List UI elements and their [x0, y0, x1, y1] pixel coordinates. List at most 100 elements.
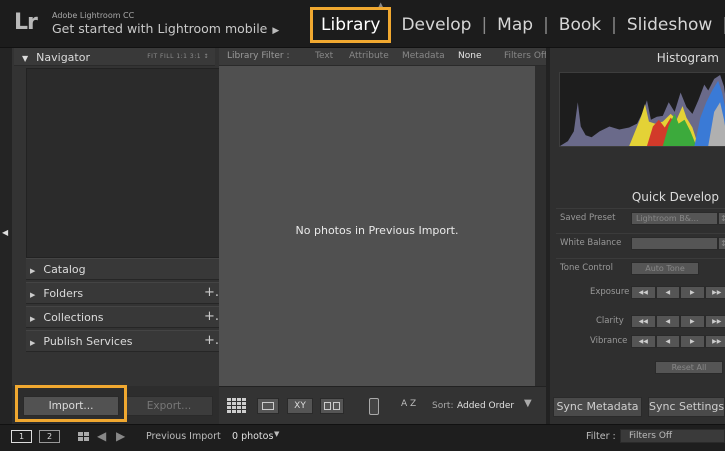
sort-order-select[interactable]: Added Order: [457, 401, 514, 411]
white-balance-label: White Balance: [560, 238, 622, 248]
survey-view-icon[interactable]: [320, 398, 344, 414]
grid-scrollbar[interactable]: [535, 66, 546, 386]
exposure-row: Exposure ◀◀ ◀ ▶ ▶▶: [556, 283, 725, 303]
module-develop[interactable]: Develop: [391, 15, 481, 35]
vibrance-increase-large-icon[interactable]: ▶▶: [704, 335, 725, 348]
collapse-left-icon: ◀: [2, 228, 9, 237]
tone-control-row: Tone Control Auto Tone: [556, 258, 725, 278]
vibrance-steppers: ◀◀ ◀ ▶ ▶▶: [631, 335, 725, 348]
toolbar-menu-chevron-icon[interactable]: ▼: [524, 398, 532, 409]
exposure-decrease-icon[interactable]: ◀: [655, 286, 680, 299]
saved-preset-select[interactable]: Lightroom B&...: [631, 212, 718, 225]
sync-settings-button[interactable]: Sync Settings: [648, 397, 725, 417]
navigator-title: Navigator: [36, 51, 90, 64]
exposure-label: Exposure: [590, 287, 630, 297]
painter-spray-icon[interactable]: [369, 398, 379, 415]
lightroom-window: ▲ Lr Adobe Lightroom CC Get started with…: [0, 0, 725, 451]
vibrance-label: Vibrance: [590, 336, 628, 346]
sort-direction-icon[interactable]: A Z: [401, 399, 416, 409]
grid-view[interactable]: No photos in Previous Import.: [219, 66, 535, 386]
lightroom-mobile-link[interactable]: Get started with Lightroom mobile ▶: [52, 21, 279, 36]
collapsed-triangle-icon: ▶: [30, 315, 36, 323]
filter-metadata[interactable]: Metadata: [402, 51, 445, 61]
exposure-decrease-large-icon[interactable]: ◀◀: [631, 286, 656, 299]
filter-select[interactable]: Filters Off: [620, 429, 725, 443]
lightroom-logo: Lr: [14, 10, 38, 35]
add-publish-service-icon[interactable]: +.: [204, 333, 219, 348]
photo-count-dropdown-icon[interactable]: ▼: [274, 430, 279, 438]
folders-label: Folders: [43, 287, 84, 300]
vibrance-decrease-large-icon[interactable]: ◀◀: [631, 335, 656, 348]
collections-label: Collections: [43, 311, 104, 324]
panel-collections[interactable]: ▶ Collections +.: [26, 306, 225, 328]
clarity-decrease-icon[interactable]: ◀: [655, 315, 680, 328]
add-folder-icon[interactable]: +.: [204, 285, 219, 300]
navigator-preview[interactable]: [26, 68, 225, 258]
export-button[interactable]: Export...: [125, 396, 213, 416]
forward-arrow-icon[interactable]: ▶: [116, 429, 125, 443]
filter-label: Filter :: [586, 431, 616, 442]
app-name: Adobe Lightroom CC: [52, 11, 135, 20]
vibrance-decrease-icon[interactable]: ◀: [655, 335, 680, 348]
photo-count[interactable]: 0 photos: [232, 431, 273, 442]
filter-preset[interactable]: Filters Off: [504, 51, 546, 61]
secondary-display-button[interactable]: 2: [39, 430, 60, 443]
vibrance-increase-icon[interactable]: ▶: [680, 335, 705, 348]
collapsed-triangle-icon: ▶: [30, 267, 36, 275]
sync-metadata-button[interactable]: Sync Metadata: [553, 397, 642, 417]
clarity-steppers: ◀◀ ◀ ▶ ▶▶: [631, 315, 725, 328]
loupe-view-icon[interactable]: [257, 398, 279, 414]
grid-mode-icon[interactable]: [78, 432, 90, 443]
primary-display-button[interactable]: 1: [11, 430, 32, 443]
auto-tone-button[interactable]: Auto Tone: [631, 262, 699, 275]
histogram-graph[interactable]: [559, 72, 725, 147]
panel-publish-services[interactable]: ▶ Publish Services +.: [26, 330, 225, 352]
histogram-title: Histogram: [656, 51, 719, 65]
grid-toolbar: XY A Z Sort: Added Order ▼: [219, 386, 546, 424]
exposure-increase-icon[interactable]: ▶: [680, 286, 705, 299]
empty-grid-message: No photos in Previous Import.: [295, 224, 459, 237]
left-panel-toggle[interactable]: ◀: [0, 48, 12, 424]
grid-view-icon[interactable]: [227, 398, 247, 414]
publish-services-label: Publish Services: [43, 335, 133, 348]
filter-none[interactable]: None: [458, 51, 481, 61]
wb-stepper-icon[interactable]: ↕: [718, 237, 725, 250]
filter-attribute[interactable]: Attribute: [349, 51, 389, 61]
catalog-label: Catalog: [43, 263, 86, 276]
play-arrow-icon: ▶: [272, 26, 280, 36]
panel-folders[interactable]: ▶ Folders +.: [26, 282, 225, 304]
white-balance-row: White Balance ↕: [556, 233, 725, 253]
reset-all-button[interactable]: Reset All: [655, 361, 723, 374]
sort-label: Sort:: [432, 401, 454, 411]
module-picker: Library Develop | Map | Book | Slideshow…: [310, 7, 725, 43]
saved-preset-row: Saved Preset Lightroom B&... ↕: [556, 208, 725, 228]
compare-view-icon[interactable]: XY: [287, 398, 313, 414]
quick-develop-title: Quick Develop: [631, 190, 719, 204]
collapsed-triangle-icon: ▶: [30, 291, 36, 299]
survey-frame-a: [324, 402, 331, 410]
loupe-frame: [262, 402, 274, 410]
module-book[interactable]: Book: [549, 15, 611, 35]
module-map[interactable]: Map: [487, 15, 543, 35]
clarity-increase-icon[interactable]: ▶: [680, 315, 705, 328]
vibrance-row: Vibrance ◀◀ ◀ ▶ ▶▶: [556, 332, 725, 352]
exposure-steppers: ◀◀ ◀ ▶ ▶▶: [631, 286, 725, 299]
navigator-header[interactable]: ▼ Navigator FIT FILL 1:1 3:1 ↕: [14, 48, 215, 66]
preset-stepper-icon[interactable]: ↕: [718, 212, 725, 225]
panel-catalog[interactable]: ▶ Catalog: [26, 258, 225, 280]
clarity-increase-large-icon[interactable]: ▶▶: [704, 315, 725, 328]
filmstrip-source[interactable]: Previous Import: [146, 431, 221, 442]
exposure-increase-large-icon[interactable]: ▶▶: [704, 286, 725, 299]
add-collection-icon[interactable]: +.: [204, 309, 219, 324]
filter-text[interactable]: Text: [315, 51, 333, 61]
right-panel: Histogram Quick Develop Saved Preset Lig…: [546, 48, 725, 424]
module-slideshow[interactable]: Slideshow: [617, 15, 722, 35]
module-library[interactable]: Library: [310, 7, 392, 43]
back-arrow-icon[interactable]: ◀: [97, 429, 106, 443]
clarity-decrease-large-icon[interactable]: ◀◀: [631, 315, 656, 328]
mobile-link-label: Get started with Lightroom mobile: [52, 21, 268, 36]
saved-preset-label: Saved Preset: [560, 213, 616, 223]
white-balance-select[interactable]: [631, 237, 718, 250]
collapsed-triangle-icon: ▶: [30, 339, 36, 347]
navigator-zoom-options[interactable]: FIT FILL 1:1 3:1 ↕: [147, 53, 209, 60]
